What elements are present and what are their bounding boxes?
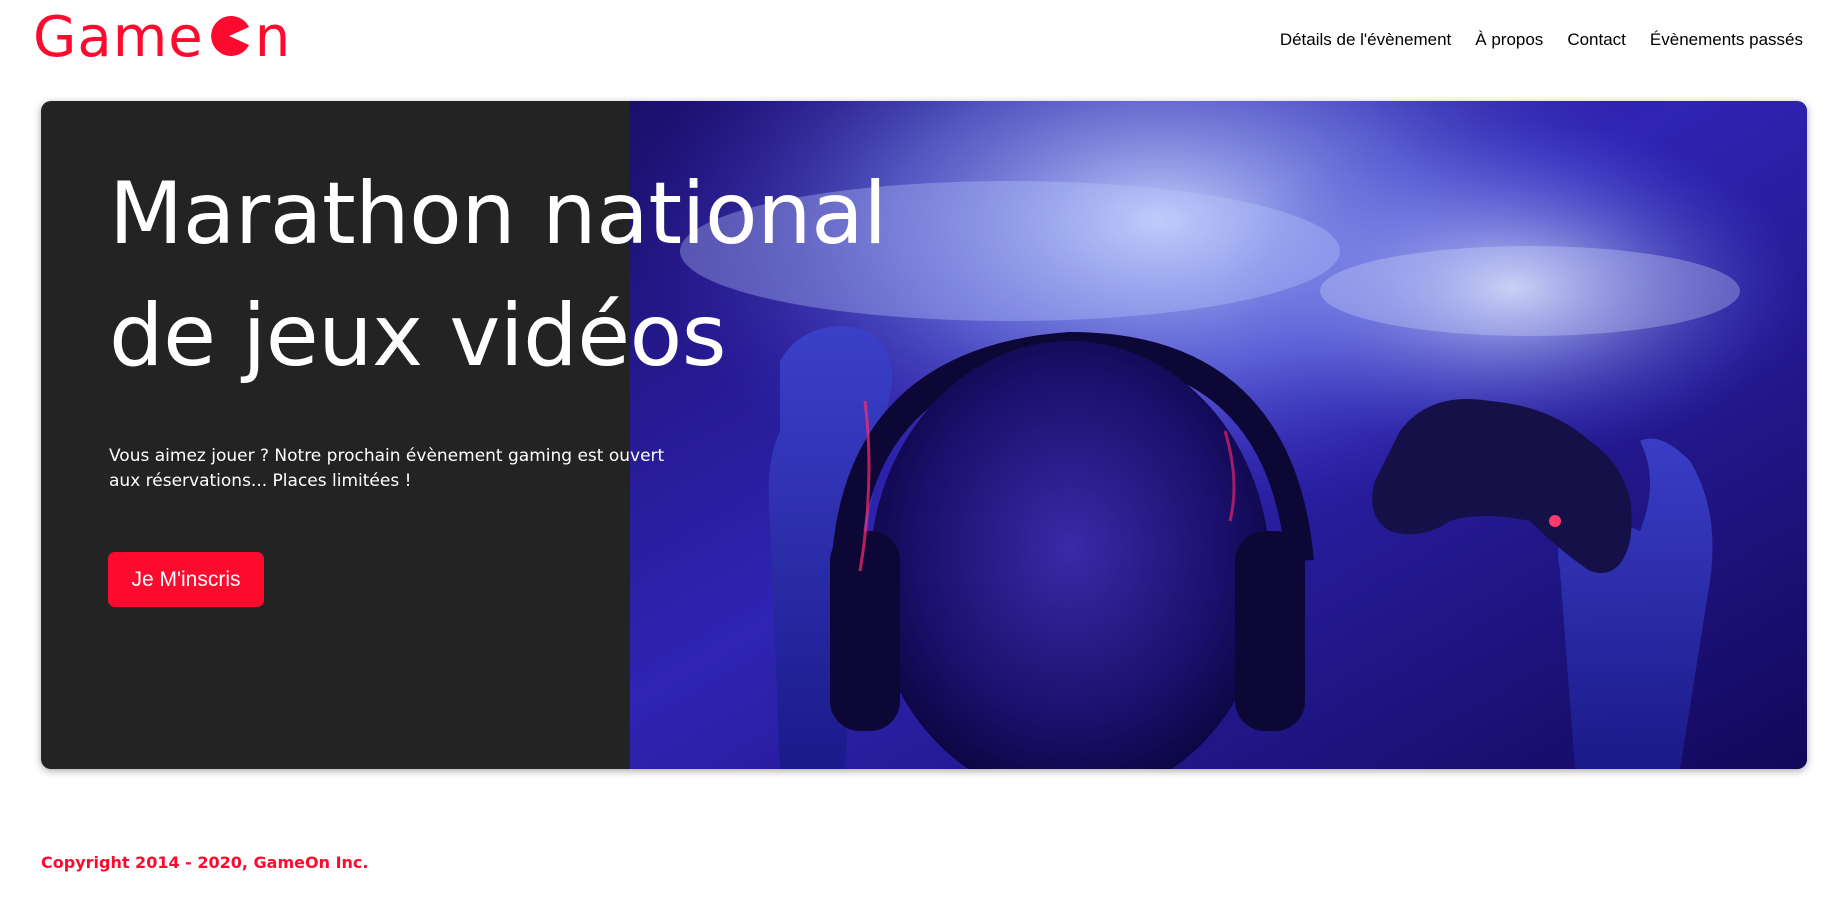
hero-title: Marathon national de jeux vidéos [109,153,1009,397]
main-nav: Détails de l'évènement À propos Contact … [1280,30,1803,50]
logo-text-end: n [254,5,292,70]
hero-description-line-1: Vous aimez jouer ? Notre prochain évènem… [109,446,665,466]
pacman-icon [207,10,251,70]
hero-title-line-1: Marathon national [109,164,887,264]
nav-past-events[interactable]: Évènements passés [1650,30,1803,50]
hero-title-line-2: de jeux vidéos [109,286,727,386]
register-button[interactable]: Je M'inscris [108,552,264,607]
logo-text-start: Game [33,5,204,70]
hero-section: Marathon national de jeux vidéos Vous ai… [41,101,1807,769]
gameon-logo[interactable]: Game n [33,8,291,68]
copyright-text: Copyright 2014 - 2020, GameOn Inc. [41,853,369,872]
nav-about[interactable]: À propos [1475,30,1543,50]
footer: Copyright 2014 - 2020, GameOn Inc. [41,853,368,872]
nav-contact[interactable]: Contact [1567,30,1626,50]
nav-event-details[interactable]: Détails de l'évènement [1280,30,1451,50]
hero-description: Vous aimez jouer ? Notre prochain évènem… [109,444,669,494]
top-navigation: Game n Détails de l'évènement À propos C… [0,0,1834,90]
hero-description-line-2: aux réservations... Places limitées ! [109,471,412,491]
